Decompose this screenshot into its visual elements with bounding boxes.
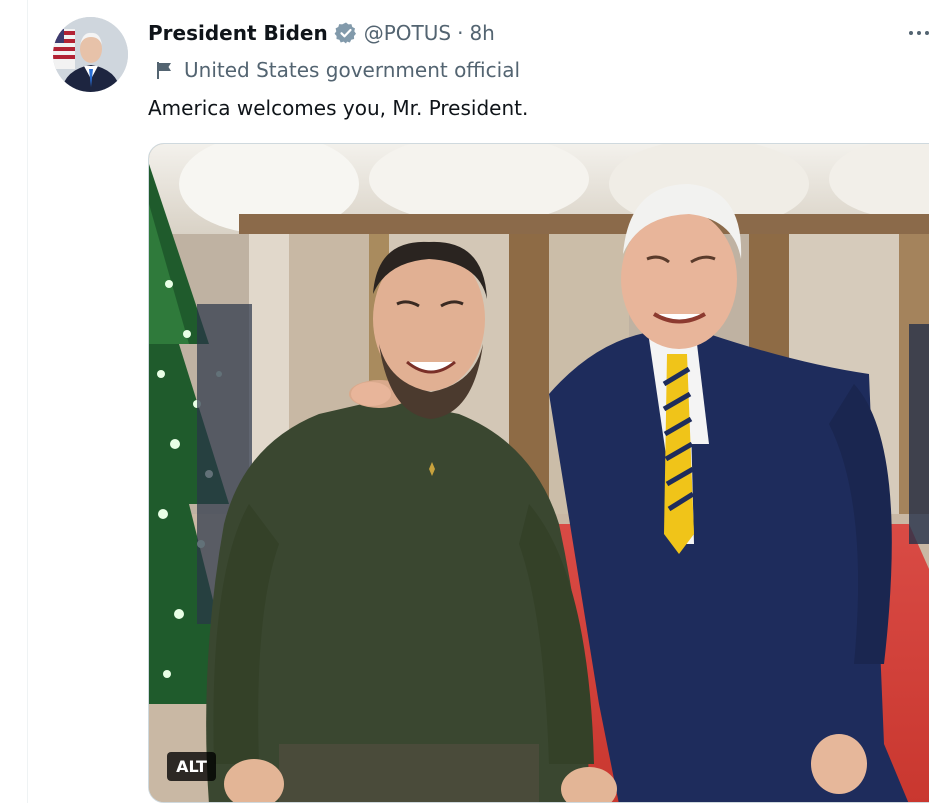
flag-icon [154, 60, 174, 80]
avatar-portrait-icon [53, 17, 128, 92]
alt-text-button[interactable]: ALT [167, 752, 216, 781]
photo-illustration [149, 144, 929, 802]
government-label[interactable]: United States government official [154, 57, 520, 83]
more-options-icon[interactable] [902, 22, 929, 44]
tweet-text: America welcomes you, Mr. President. [148, 96, 529, 120]
tweet-photo[interactable] [148, 143, 929, 803]
column-divider [27, 0, 28, 803]
author-display-name[interactable]: President Biden [148, 21, 328, 45]
separator-dot: · [457, 21, 464, 45]
author-avatar[interactable] [53, 17, 128, 92]
author-handle[interactable]: @POTUS [364, 21, 451, 45]
tweet-page: President Biden @POTUS · 8h United State… [0, 0, 929, 803]
tweet-header: President Biden @POTUS · 8h [148, 18, 495, 48]
verified-badge-icon[interactable] [334, 21, 358, 45]
government-label-text: United States government official [184, 58, 521, 82]
tweet-timestamp[interactable]: 8h [469, 21, 494, 45]
